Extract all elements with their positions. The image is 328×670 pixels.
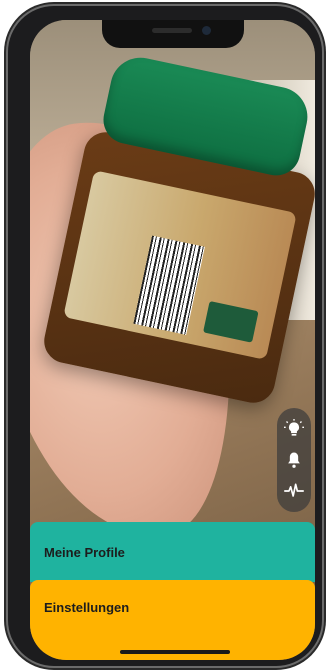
my-profiles-button[interactable]: Meine Profile <box>30 522 315 582</box>
jar-label <box>63 170 297 360</box>
lightbulb-icon[interactable] <box>282 417 306 441</box>
bell-icon[interactable] <box>282 448 306 472</box>
settings-button[interactable]: Einstellungen <box>30 580 315 660</box>
my-profiles-label: Meine Profile <box>44 544 125 560</box>
phone-frame: Meine Profile Einstellungen <box>8 6 322 666</box>
notch <box>102 20 244 48</box>
waveform-icon[interactable] <box>282 479 306 503</box>
side-controls <box>277 408 311 512</box>
speaker <box>152 28 192 33</box>
front-camera <box>202 26 211 35</box>
recycle-label <box>203 301 259 343</box>
barcode <box>133 235 205 335</box>
settings-label: Einstellungen <box>44 600 130 615</box>
camera-screen: Meine Profile Einstellungen <box>30 20 315 660</box>
home-indicator[interactable] <box>120 650 230 654</box>
